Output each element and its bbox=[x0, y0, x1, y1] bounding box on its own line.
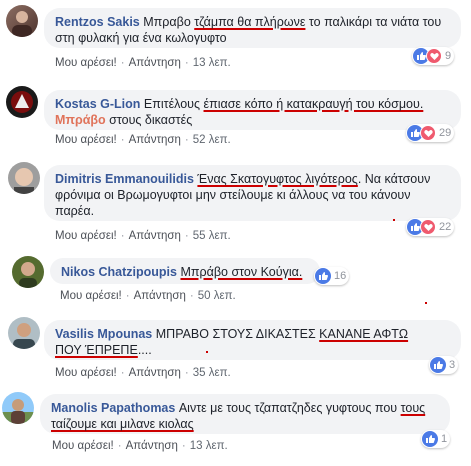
reply-link[interactable]: Απάντηση bbox=[134, 290, 186, 302]
comment-text-underlined: ΠΟΥ ΈΠΡΕΠΕ bbox=[55, 343, 138, 357]
comment-bubble: Rentzos Sakis Μπραβο τζάμπα θα πλήρωνε τ… bbox=[44, 8, 461, 48]
avatar-photo-icon bbox=[13, 323, 35, 349]
comment-text-underlined: έπιασε κόπο ή κατακραυγή του κόσμου. bbox=[203, 97, 424, 111]
timestamp[interactable]: 13 λεπ. bbox=[190, 440, 228, 452]
reaction-number: 1 bbox=[441, 433, 448, 445]
reaction-number: 9 bbox=[445, 50, 452, 62]
comment-bubble: Vasilis Mpounas ΜΠΡΑΒΟ ΣΤΟΥΣ ΔΙΚΑΣΤΕΣ ΚΑ… bbox=[44, 320, 461, 360]
comment-text: Μπραβο bbox=[143, 15, 195, 29]
comment-3: Dimitris Emmanouilidis Ένας Σκατογυφτος … bbox=[0, 155, 471, 250]
comment-text: στους δικαστές bbox=[105, 113, 193, 127]
comment-text-underlined: τζάμπα θα πλήρωνε bbox=[194, 15, 306, 29]
reaction-count[interactable]: 1 bbox=[421, 430, 451, 448]
comment-actions: Μου αρέσει! · Απάντηση · 13 λεπ. bbox=[52, 440, 228, 452]
reaction-number: 3 bbox=[449, 359, 456, 371]
reaction-count[interactable]: 3 bbox=[429, 356, 459, 374]
like-link[interactable]: Μου αρέσει! bbox=[55, 57, 117, 69]
comment-text-underlined: ΚΑΝΑΝΕ ΑΦΤΩ bbox=[319, 327, 409, 341]
author-name[interactable]: Nikos Chatzipoupis bbox=[61, 265, 177, 279]
author-name[interactable]: Rentzos Sakis bbox=[55, 15, 140, 29]
timestamp[interactable]: 13 λεπ. bbox=[193, 57, 231, 69]
avatar[interactable] bbox=[8, 317, 40, 349]
comment-bubble: Nikos Chatzipoupis Μπράβο στον Κούγια. bbox=[50, 258, 320, 284]
lion-logo-icon bbox=[11, 91, 33, 113]
avatar-photo-icon bbox=[2, 399, 34, 424]
reply-link[interactable]: Απάντηση bbox=[126, 440, 178, 452]
reply-link[interactable]: Απάντηση bbox=[129, 134, 181, 146]
reaction-number: 22 bbox=[439, 221, 452, 233]
like-icon bbox=[430, 357, 446, 373]
red-dot-mark bbox=[425, 302, 427, 304]
heart-icon bbox=[420, 125, 436, 141]
comment-text-highlight: Μπράβο bbox=[55, 113, 106, 127]
heart-icon bbox=[420, 219, 436, 235]
author-name[interactable]: Dimitris Emmanouilidis bbox=[55, 172, 194, 186]
timestamp[interactable]: 50 λεπ. bbox=[198, 290, 236, 302]
red-dot-mark bbox=[206, 351, 208, 353]
author-name[interactable]: Manolis Papathomas bbox=[51, 401, 175, 415]
like-link[interactable]: Μου αρέσει! bbox=[52, 440, 114, 452]
comment-text-underlined: ταίζουμε και μιλανε κιολας bbox=[51, 417, 194, 431]
author-name[interactable]: Kostas G-Lion bbox=[55, 97, 140, 111]
avatar[interactable] bbox=[6, 5, 38, 37]
comment-actions: Μου αρέσει! · Απάντηση · 35 λεπ. bbox=[55, 367, 231, 379]
timestamp[interactable]: 55 λεπ. bbox=[193, 230, 231, 242]
comment-bubble: Dimitris Emmanouilidis Ένας Σκατογυφτος … bbox=[44, 165, 461, 221]
comment-1: Rentzos Sakis Μπραβο τζάμπα θα πλήρωνε τ… bbox=[0, 0, 471, 80]
comment-bubble: Kostas G-Lion Επιτέλους έπιασε κόπο ή κα… bbox=[44, 90, 461, 130]
comment-text-underlined: τους bbox=[400, 401, 426, 415]
like-link[interactable]: Μου αρέσει! bbox=[55, 230, 117, 242]
reply-link[interactable]: Απάντηση bbox=[129, 367, 181, 379]
reaction-count[interactable]: 16 bbox=[314, 267, 350, 285]
like-icon bbox=[422, 431, 438, 447]
reaction-count[interactable]: 9 bbox=[412, 47, 455, 65]
avatar-photo-icon bbox=[19, 262, 37, 288]
comment-2: Kostas G-Lion Επιτέλους έπιασε κόπο ή κα… bbox=[0, 80, 471, 155]
like-link[interactable]: Μου αρέσει! bbox=[60, 290, 122, 302]
avatar-photo-icon bbox=[14, 168, 34, 194]
comment-text: Επιτέλους bbox=[143, 97, 204, 111]
reply-link[interactable]: Απάντηση bbox=[129, 230, 181, 242]
author-name[interactable]: Vasilis Mpounas bbox=[55, 327, 152, 341]
comment-actions: Μου αρέσει! · Απάντηση · 55 λεπ. bbox=[55, 230, 231, 242]
red-dot-mark bbox=[393, 219, 395, 221]
comment-text: ΜΠΡΑΒΟ ΣΤΟΥΣ ΔΙΚΑΣΤΕΣ bbox=[155, 327, 320, 341]
avatar[interactable] bbox=[12, 256, 44, 288]
reply-link[interactable]: Απάντηση bbox=[129, 57, 181, 69]
comment-text-underlined: Μπράβο στον Κούγια. bbox=[180, 265, 303, 279]
avatar-photo-icon bbox=[12, 11, 32, 37]
comment-actions: Μου αρέσει! · Απάντηση · 13 λεπ. bbox=[55, 57, 231, 69]
heart-icon bbox=[426, 48, 442, 64]
comment-text-underlined: Ένας Σκατογυφτος λιγότερος bbox=[197, 172, 358, 186]
avatar[interactable] bbox=[6, 86, 38, 118]
reaction-count[interactable]: 29 bbox=[406, 124, 455, 142]
reaction-count[interactable]: 22 bbox=[406, 218, 455, 236]
timestamp[interactable]: 35 λεπ. bbox=[193, 367, 231, 379]
reaction-number: 16 bbox=[334, 270, 347, 282]
reaction-number: 29 bbox=[439, 127, 452, 139]
comment-5: Vasilis Mpounas ΜΠΡΑΒΟ ΣΤΟΥΣ ΔΙΚΑΣΤΕΣ ΚΑ… bbox=[0, 310, 471, 385]
comment-4: Nikos Chatzipoupis Μπράβο στον Κούγια. 1… bbox=[0, 250, 471, 310]
comment-6: Manolis Papathomas Αιντε με τους τζαπατζ… bbox=[0, 385, 471, 466]
like-icon bbox=[315, 268, 331, 284]
timestamp[interactable]: 52 λεπ. bbox=[193, 134, 231, 146]
comment-text: .... bbox=[137, 343, 152, 357]
comment-actions: Μου αρέσει! · Απάντηση · 50 λεπ. bbox=[60, 290, 236, 302]
comment-actions: Μου αρέσει! · Απάντηση · 52 λεπ. bbox=[55, 134, 231, 146]
comment-bubble: Manolis Papathomas Αιντε με τους τζαπατζ… bbox=[40, 394, 450, 434]
like-link[interactable]: Μου αρέσει! bbox=[55, 367, 117, 379]
avatar[interactable] bbox=[8, 162, 40, 194]
avatar[interactable] bbox=[2, 392, 34, 424]
comment-text: Αιντε με τους τζαπατζηδες γυφτους που bbox=[178, 401, 401, 415]
like-link[interactable]: Μου αρέσει! bbox=[55, 134, 117, 146]
